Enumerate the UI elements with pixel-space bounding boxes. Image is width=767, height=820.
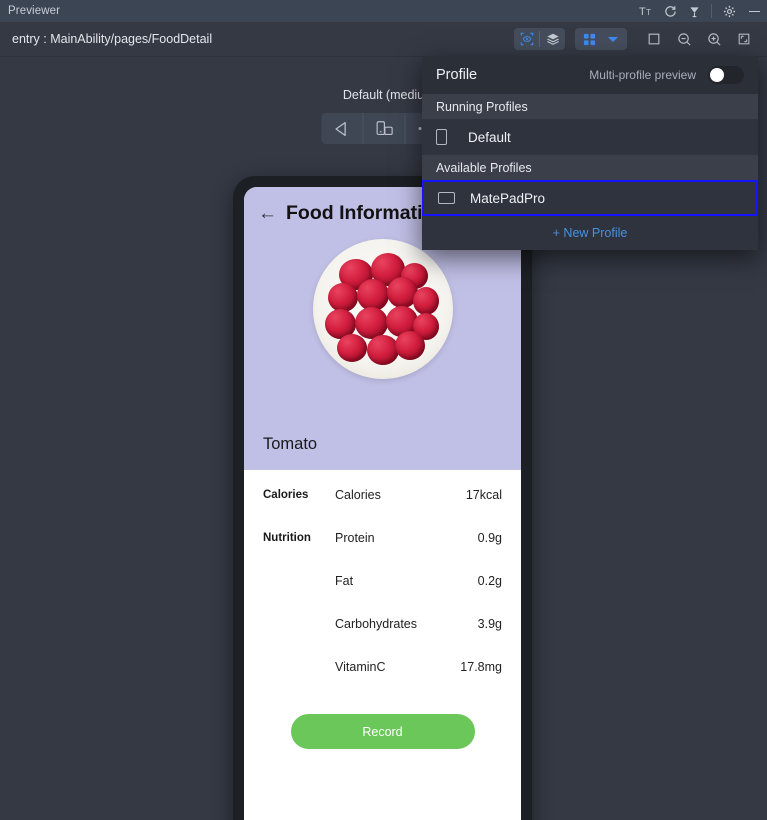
multi-device-grid-icon[interactable]: [577, 28, 601, 50]
device-landscape-icon: [438, 192, 460, 204]
preview-tools: [514, 26, 767, 52]
path-toolbar: entry : MainAbility/pages/FoodDetail: [0, 22, 767, 57]
nutrition-category: Calories: [263, 489, 309, 501]
device-frame: ← Food Information Tomato Calories Calor…: [233, 176, 532, 820]
toolbar-divider: [711, 4, 712, 18]
profile-dropdown-panel: Profile Multi-profile preview Running Pr…: [422, 56, 758, 250]
nutrition-value: 17.8mg: [460, 660, 502, 674]
toggle-knob: [710, 68, 724, 82]
nutrition-value: 3.9g: [477, 617, 502, 631]
inspector-eye-icon[interactable]: [514, 28, 539, 50]
nutrition-name: Fat: [335, 574, 354, 588]
table-row: Fat 0.2g: [263, 574, 502, 617]
nutrition-category: [263, 574, 335, 575]
title-bar: Previewer T T: [0, 0, 767, 22]
inspector-segment: [514, 28, 565, 50]
food-name: Tomato: [263, 435, 318, 453]
back-arrow-icon[interactable]: ←: [258, 204, 280, 223]
record-button[interactable]: Record: [290, 714, 475, 749]
chevron-down-icon[interactable]: [601, 28, 625, 50]
table-row: Carbohydrates 3.9g: [263, 617, 502, 660]
layers-icon[interactable]: [540, 28, 565, 50]
nutrition-value: 0.2g: [477, 574, 502, 588]
rotate-left-icon[interactable]: [321, 113, 362, 144]
gear-icon[interactable]: [717, 0, 741, 22]
device-plug-icon[interactable]: [682, 0, 706, 22]
section-header-available-profiles: Available Profiles: [422, 155, 758, 180]
bowl-of-tomatoes-image: [312, 239, 453, 379]
nutrition-value: 17kcal: [465, 488, 502, 502]
profile-panel-title: Profile: [436, 67, 478, 83]
profile-item-label: MatePadPro: [470, 190, 546, 206]
table-row: Nutrition Protein 0.9g: [263, 531, 502, 574]
section-header-running-profiles: Running Profiles: [422, 94, 758, 119]
record-button-container: Record: [263, 714, 502, 749]
frame-icon[interactable]: [639, 26, 669, 52]
multi-profile-label: Multi-profile preview: [589, 68, 696, 82]
profile-item-label: Default: [468, 129, 511, 145]
orientation-toggle-icon[interactable]: [362, 113, 404, 144]
profile-panel-header: Profile Multi-profile preview: [422, 56, 758, 94]
title-bar-actions: T T: [634, 0, 767, 22]
refresh-icon[interactable]: [658, 0, 682, 22]
food-image: [312, 239, 453, 379]
nutrition-category: [263, 617, 335, 618]
zoom-out-icon[interactable]: [669, 26, 699, 52]
window-title: Previewer: [8, 5, 61, 17]
table-row: Calories Calories 17kcal: [263, 488, 502, 531]
device-screen: ← Food Information Tomato Calories Calor…: [244, 187, 521, 820]
multi-profile-toggle[interactable]: [708, 66, 744, 84]
fit-screen-icon[interactable]: [729, 26, 759, 52]
text-size-icon[interactable]: T T: [634, 0, 658, 22]
nutrition-category: Nutrition: [263, 532, 311, 544]
minimize-icon[interactable]: [741, 0, 767, 22]
profile-item-default[interactable]: Default: [422, 119, 758, 155]
nutrition-category: [263, 660, 335, 661]
new-profile-button[interactable]: + New Profile: [422, 216, 758, 250]
multi-device-segment: [575, 28, 627, 50]
breadcrumb: entry : MainAbility/pages/FoodDetail: [12, 32, 213, 46]
table-row: VitaminC 17.8mg: [263, 660, 502, 703]
previewer-window: Previewer T T entry: MainAbility/pages/…: [0, 0, 767, 820]
nutrition-name: Calories: [335, 488, 381, 502]
nutrition-name: Protein: [335, 531, 375, 545]
svg-text:T: T: [646, 8, 651, 17]
nutrition-name: VitaminC: [335, 660, 386, 674]
device-portrait-icon: [436, 129, 458, 145]
profile-item-matepadpro[interactable]: MatePadPro: [422, 180, 758, 216]
nutrition-name: Carbohydrates: [335, 617, 417, 631]
nutrition-value: 0.9g: [477, 531, 502, 545]
nutrition-table: Calories Calories 17kcal Nutrition Prote…: [244, 470, 521, 749]
svg-text:T: T: [639, 6, 646, 17]
zoom-in-icon[interactable]: [699, 26, 729, 52]
